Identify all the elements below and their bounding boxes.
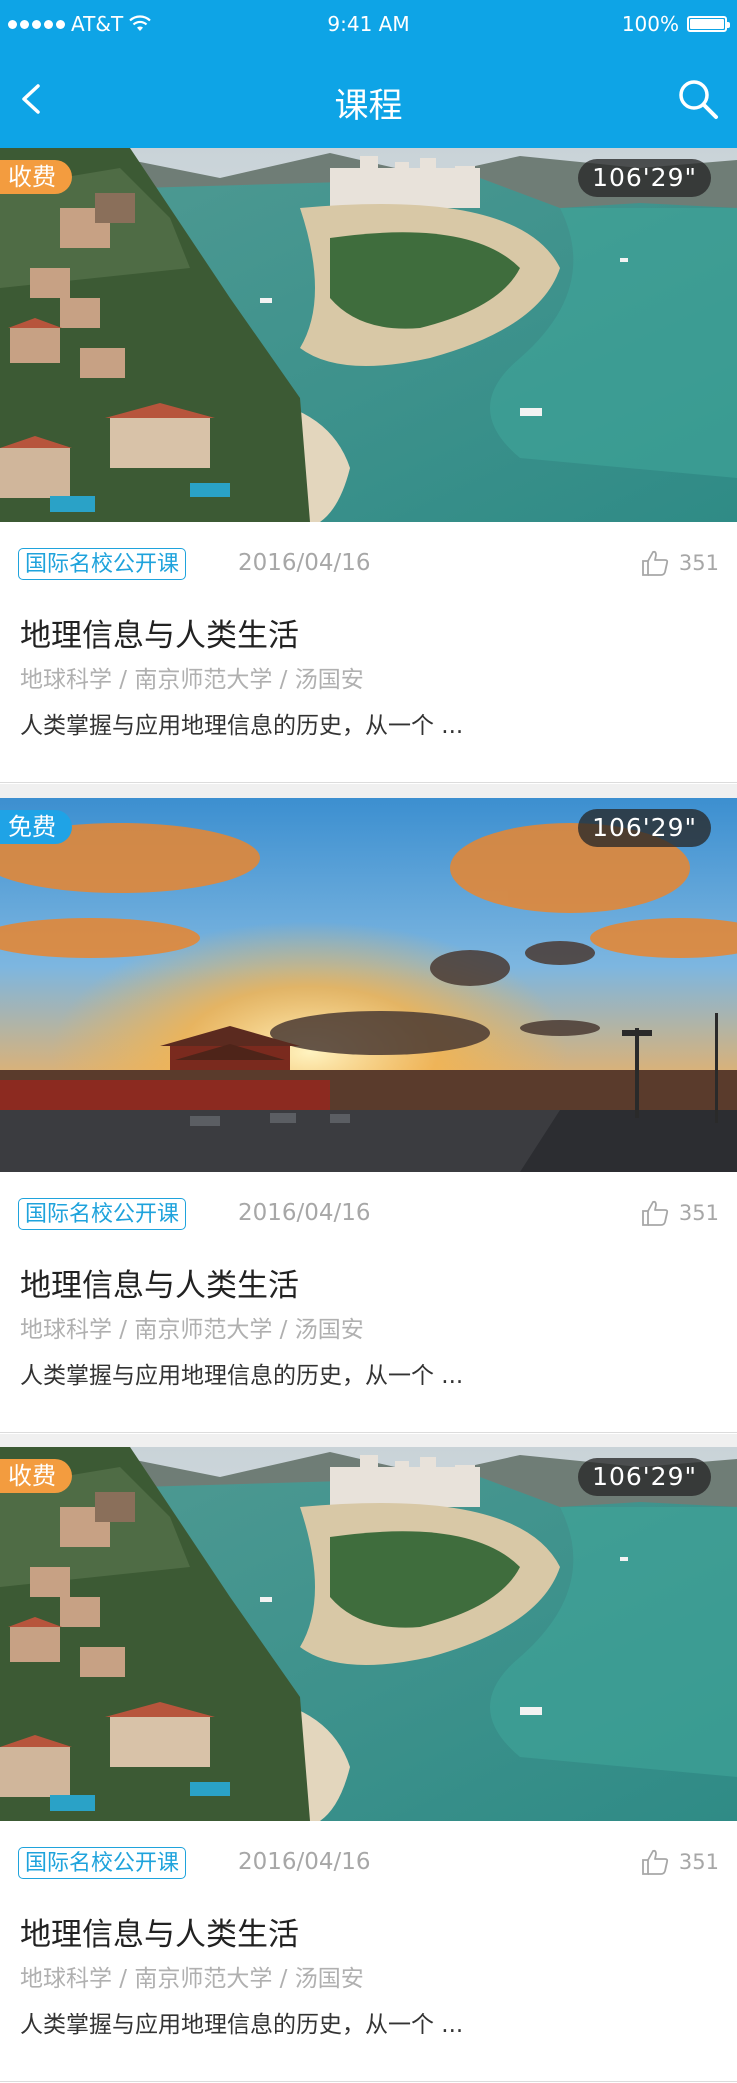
course-card[interactable]: 免费 106'29" 国际名校公开课 2016/04/16 351 地理信息与人… [0,798,737,1434]
category-tag[interactable]: 国际名校公开课 [18,1847,187,1879]
course-date: 2016/04/16 [238,550,371,576]
price-badge: 收费 [0,1459,72,1493]
duration-badge: 106'29" [578,159,711,197]
course-subtitle: 地球科学 / 南京师范大学 / 汤国安 [20,1317,364,1343]
course-image [0,1447,737,1821]
like-count: 351 [678,551,719,575]
search-icon[interactable] [677,78,719,120]
nav-bar: 课程 [0,50,737,148]
price-badge: 免费 [0,810,72,844]
category-tag[interactable]: 国际名校公开课 [18,1198,187,1230]
thumbs-up-icon [642,1200,669,1226]
course-photo[interactable]: 收费 106'29" [0,148,737,522]
thumbs-up-icon [642,550,669,576]
course-date: 2016/04/16 [238,1200,371,1226]
course-meta: 国际名校公开课 2016/04/16 351 [0,522,737,612]
course-title[interactable]: 地理信息与人类生活 [20,1909,299,1954]
like-count: 351 [678,1850,719,1874]
like-button[interactable]: 351 [641,550,719,576]
course-title[interactable]: 地理信息与人类生活 [20,1260,299,1305]
course-title[interactable]: 地理信息与人类生活 [20,610,299,655]
battery-label: 100% [621,12,679,36]
status-right: 100% [621,12,730,36]
course-image [0,798,737,1172]
page-title: 课程 [334,86,403,126]
duration-badge: 106'29" [578,809,711,847]
course-subtitle: 地球科学 / 南京师范大学 / 汤国安 [20,667,364,693]
course-card[interactable]: 收费 106'29" 国际名校公开课 2016/04/16 351 地理信息与人… [0,148,737,784]
like-count: 351 [678,1201,719,1225]
course-subtitle: 地球科学 / 南京师范大学 / 汤国安 [20,1966,364,1992]
course-description: 人类掌握与应用地理信息的历史，从一个 ... [20,713,464,739]
course-photo[interactable]: 免费 106'29" [0,798,737,1172]
course-description: 人类掌握与应用地理信息的历史，从一个 ... [20,1363,464,1389]
course-description: 人类掌握与应用地理信息的历史，从一个 ... [20,2012,464,2038]
like-button[interactable]: 351 [641,1849,719,1875]
duration-badge: 106'29" [578,1458,711,1496]
status-bar: AT&T 9:41 AM 100% [0,0,737,50]
price-badge: 收费 [0,160,72,194]
card-divider [0,782,737,783]
card-divider [0,2081,737,2082]
category-tag[interactable]: 国际名校公开课 [18,548,187,580]
course-meta: 国际名校公开课 2016/04/16 351 [0,1172,737,1262]
like-button[interactable]: 351 [641,1200,719,1226]
course-photo[interactable]: 收费 106'29" [0,1447,737,1821]
card-divider [0,1432,737,1433]
course-date: 2016/04/16 [238,1849,371,1875]
course-image [0,148,737,522]
battery-icon [687,16,730,32]
course-meta: 国际名校公开课 2016/04/16 351 [0,1821,737,1911]
thumbs-up-icon [642,1849,669,1875]
course-card[interactable]: 收费 106'29" 国际名校公开课 2016/04/16 351 地理信息与人… [0,1447,737,2083]
